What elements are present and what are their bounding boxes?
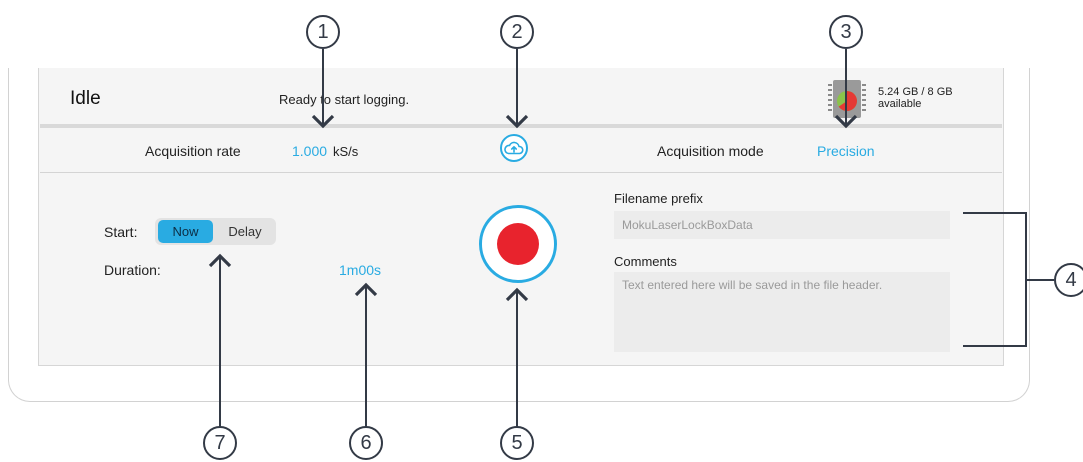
- comments-label: Comments: [614, 254, 677, 269]
- storage-available-label: available: [878, 98, 922, 110]
- start-now-option[interactable]: Now: [158, 220, 213, 243]
- callout-7: 7: [203, 426, 237, 460]
- start-delay-option[interactable]: Delay: [216, 220, 274, 243]
- cloud-upload-icon: [504, 141, 524, 155]
- storage-amount: 5.24 GB / 8 GB: [878, 86, 953, 98]
- callout-5: 5: [500, 426, 534, 460]
- callout-1: 1: [306, 15, 340, 49]
- acquisition-rate-label: Acquisition rate: [145, 143, 241, 159]
- acquisition-mode-label: Acquisition mode: [657, 143, 764, 159]
- callout-3: 3: [829, 15, 863, 49]
- filename-prefix-label: Filename prefix: [614, 191, 703, 206]
- start-label: Start:: [104, 224, 138, 240]
- status-message: Ready to start logging.: [279, 92, 410, 107]
- callout-6: 6: [349, 426, 383, 460]
- duration-value[interactable]: 1m00s: [339, 262, 381, 278]
- storage-readout: 5.24 GB / 8 GB available: [878, 86, 953, 110]
- upload-button[interactable]: [500, 134, 528, 162]
- acquisition-rate-value[interactable]: 1.000: [292, 143, 327, 159]
- record-icon: [497, 223, 539, 265]
- acquisition-rate-unit: kS/s: [333, 144, 359, 159]
- acquisition-mode-value[interactable]: Precision: [817, 143, 875, 159]
- comments-input[interactable]: [614, 272, 950, 352]
- duration-label: Duration:: [104, 262, 161, 278]
- callout-4: 4: [1054, 263, 1083, 297]
- callout-2: 2: [500, 15, 534, 49]
- storage-icon: [826, 78, 868, 120]
- filename-prefix-input[interactable]: [614, 211, 950, 239]
- status-label: Idle: [70, 88, 101, 109]
